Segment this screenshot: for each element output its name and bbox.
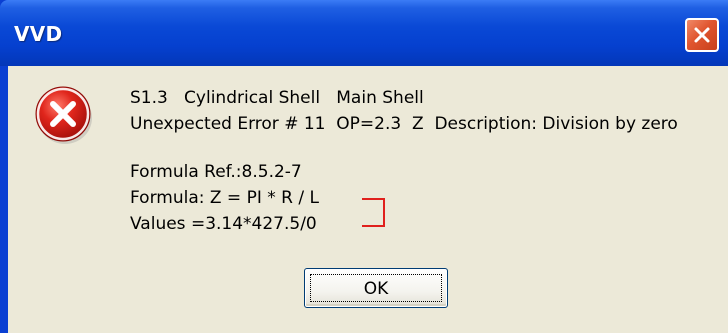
- formula-ref: Formula Ref.:8.5.2-7: [130, 162, 302, 182]
- ok-button-label: OK: [363, 279, 389, 299]
- message-line-error: Unexpected Error # 11 OP=2.3 Z Descripti…: [130, 114, 678, 134]
- highlight-bracket: [362, 198, 385, 227]
- ok-button[interactable]: OK: [304, 268, 448, 308]
- error-icon: [32, 82, 96, 146]
- error-dialog-window: VVD S1.3 Cylindrical Shell Main Shell Un…: [0, 0, 728, 333]
- message-line-title: S1.3 Cylindrical Shell Main Shell: [130, 88, 424, 108]
- formula-text: Formula: Z = PI * R / L: [130, 188, 319, 208]
- close-button[interactable]: [685, 18, 719, 52]
- dialog-body: S1.3 Cylindrical Shell Main Shell Unexpe…: [8, 66, 728, 333]
- title-bar[interactable]: VVD: [0, 0, 728, 66]
- close-icon: [694, 27, 710, 43]
- window-title: VVD: [14, 22, 63, 46]
- values-text: Values =3.14*427.5/0: [130, 214, 317, 234]
